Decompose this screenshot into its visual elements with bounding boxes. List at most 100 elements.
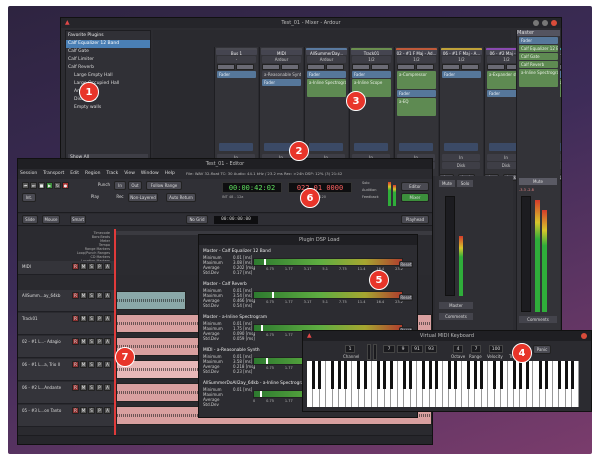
plugin-list-item[interactable]: Empty walls [66,104,150,112]
play-button[interactable]: ▶ [46,182,53,189]
track-m-button[interactable]: M [80,407,87,414]
track-a-button[interactable]: A [104,384,111,391]
phase-invert-icon[interactable] [416,64,434,70]
dsp-reset-button[interactable]: Reset [399,261,413,268]
non-layered-button[interactable]: Non-Layered [128,193,158,202]
processor-box-item[interactable]: a-Reasonable Synth [262,71,301,78]
menu-view[interactable]: View [124,171,135,176]
minimize-button[interactable] [533,20,539,26]
menu-transport[interactable]: Transport [43,171,64,176]
track-a-button[interactable]: A [104,292,111,299]
phase-invert-icon[interactable] [281,64,299,70]
black-key[interactable] [318,361,322,389]
track-header[interactable]: 05 - #3 L...on Tanto R M S P A [18,405,114,427]
black-key[interactable] [525,361,529,389]
audition-indicator[interactable]: Audition [362,188,382,194]
phase-invert-icon[interactable] [326,64,344,70]
black-key[interactable] [512,361,516,389]
track-header[interactable]: 02 - #1 L...- Adagio R M S P A [18,336,114,358]
velocity-preset-button[interactable]: 93 [425,345,437,353]
black-key[interactable] [499,361,503,389]
strip-comments-button[interactable]: Comments [439,313,473,320]
track-name[interactable]: MIDI [22,264,31,269]
track-header[interactable]: 06 - #2 L...Andante R M S P A [18,382,114,404]
strip-name-button[interactable]: 02 - #1 F Maj - Ad... [396,48,437,56]
track-p-button[interactable]: P [96,338,103,345]
solo-indicator[interactable]: Solo [362,181,382,187]
processor-box-item[interactable]: Fader [307,71,346,78]
panner[interactable] [309,143,343,151]
black-key[interactable] [383,361,387,389]
punch-in-button[interactable]: In [114,181,126,190]
master-mute-button[interactable]: Mute [519,178,557,185]
mixer-button[interactable]: Mixer [401,193,429,202]
secondary-clock[interactable]: 022 01 0000 [288,182,352,193]
black-key[interactable] [545,361,549,389]
track-r-button[interactable]: R [72,338,79,345]
track-m-button[interactable]: M [80,292,87,299]
panner[interactable] [399,143,433,151]
phase-invert-icon[interactable] [352,64,370,70]
pitchbend-slider[interactable] [367,344,371,360]
vkb-close-button[interactable] [581,333,587,339]
strip-input-button[interactable]: 1/2 [397,56,436,63]
no-grid-select[interactable]: No Grid [186,215,208,224]
track-r-button[interactable]: R [72,384,79,391]
piano-keyboard[interactable] [307,361,579,407]
track-name[interactable]: 05 - #3 L...on Tanto [22,408,61,413]
menu-window[interactable]: Window [141,171,159,176]
track-p-button[interactable]: P [96,407,103,414]
track-header[interactable]: 06 - #1 L...a, Trio II R M S P A [18,359,114,381]
black-key[interactable] [337,361,341,389]
auto-return-button[interactable]: Auto Return [166,193,196,202]
strip-name-button[interactable]: Track01 [351,48,392,56]
black-key[interactable] [538,361,542,389]
processor-box-item[interactable]: Fader [262,79,301,86]
master-processor-item[interactable]: Calf Reverb [519,61,558,68]
strip-name-button[interactable]: 06 - #1 F Maj - A... [441,48,482,56]
velocity-preset-button[interactable]: 9 [397,345,409,353]
processor-box-item[interactable]: a-EQ [397,98,436,116]
phase-invert-icon[interactable] [461,64,479,70]
black-key[interactable] [402,361,406,389]
track-header[interactable]: MIDI R M S P A [18,261,114,275]
menu-help[interactable]: Help [165,171,175,176]
strip-name-button[interactable]: Bus 1 [216,48,257,56]
plugin-list-item[interactable]: Large Empty Hall [66,72,150,80]
track-name[interactable]: 06 - #1 L...a, Trio II [22,362,60,367]
track-name[interactable]: 06 - #2 L...Andante [22,385,61,390]
track-r-button[interactable]: R [72,263,79,270]
range-spinner[interactable]: 7 [471,345,481,353]
menu-track[interactable]: Track [106,171,118,176]
plugin-list-item[interactable]: Calf Limiter [66,56,150,64]
track-a-button[interactable]: A [104,407,111,414]
track-name[interactable]: Track01 [22,316,38,321]
track-s-button[interactable]: S [88,407,95,414]
follow-range-button[interactable]: Follow Range [146,181,182,190]
master-fader[interactable] [521,196,531,312]
track-name[interactable]: AllSumm...ay_64kb [22,293,60,298]
black-key[interactable] [493,361,497,389]
menu-edit[interactable]: Edit [70,171,79,176]
velocity-spinner[interactable]: 100 [489,345,503,353]
editor-scrollbar[interactable] [18,435,432,444]
black-key[interactable] [331,361,335,389]
strip-input-button[interactable]: Ardour [307,56,346,63]
velocity-preset-button[interactable]: 91 [411,345,423,353]
track-m-button[interactable]: M [80,338,87,345]
nudge-clock[interactable]: 00:00:00:00 [214,216,258,224]
master-name[interactable]: Master [517,30,560,36]
phase-invert-icon[interactable] [217,64,235,70]
menu-region[interactable]: Region [85,171,100,176]
phase-invert-icon[interactable] [262,64,280,70]
strip-fader[interactable] [445,196,455,296]
track-s-button[interactable]: S [88,361,95,368]
track-s-button[interactable]: S [88,384,95,391]
panic-button[interactable]: Panic [533,345,551,354]
processor-box-item[interactable]: Fader [442,71,481,78]
strip-name-button[interactable]: AllSummerDay... [306,48,347,56]
channel-spinner[interactable]: 1 [345,345,355,353]
processor-box-item[interactable]: a-Compressor [397,71,436,89]
black-key[interactable] [480,361,484,389]
editor-button[interactable]: Editor [401,182,429,191]
